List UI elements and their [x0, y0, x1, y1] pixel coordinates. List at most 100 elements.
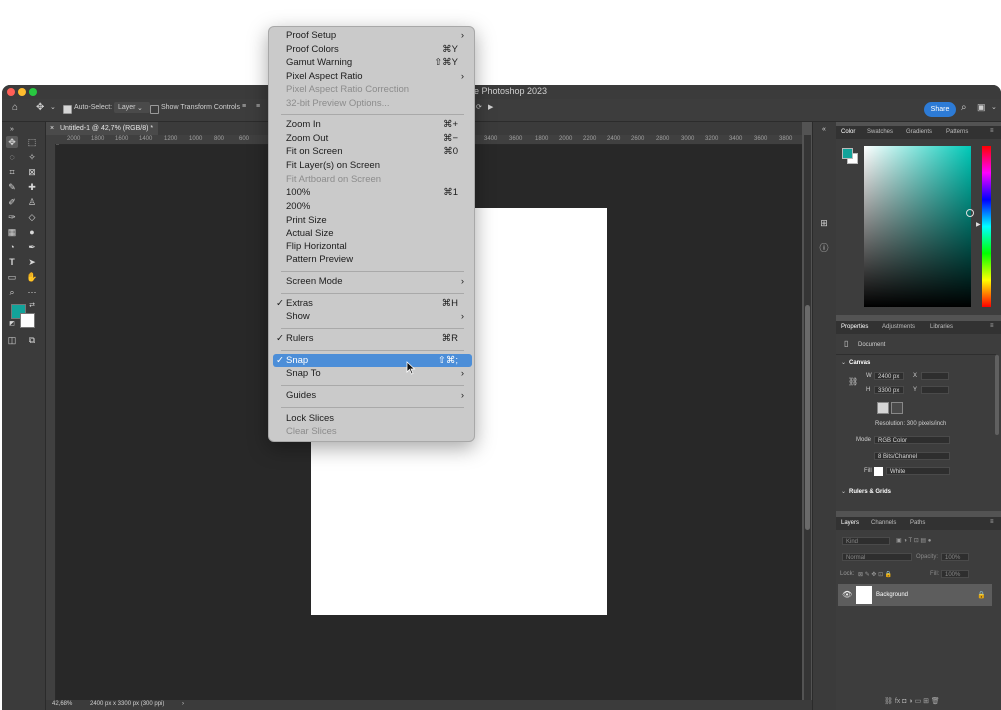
fill-field[interactable]: 100% — [941, 570, 969, 578]
rectangle-tool[interactable]: ▭ — [6, 271, 18, 283]
collapse-dock-icon[interactable]: « — [818, 124, 830, 136]
zoom-level[interactable]: 42,68% — [52, 701, 72, 707]
menu-item-snap-to[interactable]: Snap To › — [273, 367, 472, 380]
crop-tool[interactable]: ⌗ — [6, 166, 18, 178]
opacity-field[interactable]: 100% — [941, 553, 969, 561]
3d-mode-icon[interactable]: ⟳ — [476, 103, 482, 111]
hand-tool[interactable]: ✋ — [26, 271, 38, 283]
marquee-tool[interactable]: ⬚ — [26, 136, 38, 148]
tab-channels[interactable]: Channels — [871, 520, 896, 526]
video-icon[interactable]: ▶ — [488, 103, 493, 111]
blur-tool[interactable]: ● — [26, 226, 38, 238]
x-field[interactable] — [921, 372, 949, 380]
move-tool[interactable]: ✥ — [6, 136, 18, 148]
fill-select[interactable]: White — [886, 467, 950, 475]
document-tab[interactable]: × Untitled-1 @ 42,7% (RGB/8) * — [46, 122, 158, 135]
tab-layers[interactable]: Layers — [841, 520, 859, 526]
menu-item-pixel-aspect-ratio[interactable]: Pixel Aspect Ratio › — [273, 70, 472, 83]
menu-item-fit-layers-on-screen[interactable]: Fit Layer(s) on Screen — [273, 159, 472, 172]
y-field[interactable] — [921, 386, 949, 394]
layer-actions-icons[interactable]: ⛓ fx ◘ ◑ ▭ ⊞ 🗑 — [884, 697, 940, 705]
canvas-chevron-icon[interactable]: ⌄ — [841, 359, 846, 366]
layer-row-background[interactable]: 👁 Background 🔒 — [838, 584, 992, 606]
close-tab-icon[interactable]: × — [50, 122, 54, 135]
history-brush-tool[interactable]: ✑ — [6, 211, 18, 223]
menu-item-zoom-out[interactable]: Zoom Out ⌘− — [273, 132, 472, 145]
brush-tool[interactable]: ✐ — [6, 196, 18, 208]
lasso-tool[interactable]: ◌ — [6, 151, 18, 163]
portrait-orientation-button[interactable] — [877, 402, 889, 414]
menu-item-extras[interactable]: ✓ Extras ⌘H — [273, 297, 472, 310]
screen-mode-icon[interactable]: ⧉ — [26, 334, 38, 346]
history-panel-icon[interactable]: ⊞ — [818, 217, 830, 229]
bit-depth-select[interactable]: 8 Bits/Channel — [874, 452, 950, 460]
menu-item-lock-slices[interactable]: Lock Slices — [273, 412, 472, 425]
align-left-icon[interactable]: ≡ — [242, 103, 246, 110]
eraser-tool[interactable]: ◇ — [26, 211, 38, 223]
menu-item-200-percent[interactable]: 200% — [273, 200, 472, 213]
healing-brush-tool[interactable]: ✚ — [26, 181, 38, 193]
quick-select-tool[interactable]: ✧ — [26, 151, 38, 163]
menu-item-rulers[interactable]: ✓ Rulers ⌘R — [273, 332, 472, 345]
zoom-window-button[interactable] — [29, 88, 37, 96]
dodge-tool[interactable]: ◔ — [6, 241, 18, 253]
tab-libraries[interactable]: Libraries — [930, 324, 953, 330]
tab-gradients[interactable]: Gradients — [906, 129, 932, 135]
more-tools-icon[interactable]: ⋯ — [26, 286, 38, 298]
menu-item-actual-size[interactable]: Actual Size — [273, 227, 472, 240]
menu-item-screen-mode[interactable]: Screen Mode › — [273, 275, 472, 288]
default-colors-icon[interactable]: ◩ — [6, 318, 18, 330]
menu-item-proof-colors[interactable]: Proof Colors ⌘Y — [273, 43, 472, 56]
properties-scrollbar[interactable] — [995, 355, 999, 435]
mode-select[interactable]: RGB Color — [874, 436, 950, 444]
vertical-scroll-thumb[interactable] — [805, 305, 810, 530]
tab-adjustments[interactable]: Adjustments — [882, 324, 915, 330]
quick-mask-icon[interactable]: ◫ — [6, 334, 18, 346]
info-panel-icon[interactable]: ⓘ — [818, 242, 830, 254]
background-color-swatch[interactable] — [20, 313, 35, 328]
visibility-eye-icon[interactable]: 👁 — [842, 590, 852, 599]
menu-item-guides[interactable]: Guides › — [273, 389, 472, 402]
minimize-window-button[interactable] — [18, 88, 26, 96]
collapse-toolbar-icon[interactable]: » — [6, 124, 18, 136]
workspace-icon[interactable]: ▣ — [977, 102, 986, 113]
lock-icons[interactable]: ⊠ ✎ ✥ ⊡ 🔒 — [858, 571, 892, 578]
landscape-orientation-button[interactable] — [891, 402, 903, 414]
workspace-chevron-icon[interactable]: ⌄ — [991, 103, 997, 111]
status-chevron-icon[interactable]: › — [182, 701, 184, 707]
tab-properties[interactable]: Properties — [841, 324, 868, 330]
color-field[interactable] — [864, 146, 971, 307]
menu-item-flip-horizontal[interactable]: Flip Horizontal — [273, 240, 472, 253]
frame-tool[interactable]: ⊠ — [26, 166, 38, 178]
menu-item-100-percent[interactable]: 100% ⌘1 — [273, 186, 472, 199]
align-center-icon[interactable]: ≡ — [256, 103, 260, 110]
swap-colors-icon[interactable]: ⇄ — [26, 300, 38, 312]
ruler-origin[interactable] — [46, 135, 59, 144]
width-field[interactable]: 2400 px — [874, 372, 904, 380]
pen-tool[interactable]: ✒ — [26, 241, 38, 253]
gradient-tool[interactable]: ▦ — [6, 226, 18, 238]
tab-paths[interactable]: Paths — [910, 520, 925, 526]
foreground-color-swatch[interactable] — [842, 148, 853, 159]
tool-preset-chevron-icon[interactable]: ⌄ — [50, 103, 56, 111]
zoom-tool[interactable]: ⌕ — [6, 286, 18, 298]
menu-item-snap[interactable]: ✓ Snap ⇧⌘; — [273, 354, 472, 367]
hue-slider-handle[interactable]: ▶ — [976, 221, 981, 228]
panel-menu-icon[interactable]: ≡ — [990, 519, 994, 525]
tab-swatches[interactable]: Swatches — [867, 129, 893, 135]
panel-menu-icon[interactable]: ≡ — [990, 128, 994, 134]
menu-item-pattern-preview[interactable]: Pattern Preview — [273, 253, 472, 266]
menu-item-show[interactable]: Show › — [273, 310, 472, 323]
link-dimensions-icon[interactable]: ⛓ — [848, 377, 858, 386]
path-selection-tool[interactable]: ➤ — [26, 256, 38, 268]
menu-item-zoom-in[interactable]: Zoom In ⌘+ — [273, 118, 472, 131]
filter-icons[interactable]: ▣ ◑ T ⊡ ▤ ● — [896, 537, 931, 544]
layer-name[interactable]: Background — [876, 592, 908, 598]
share-button[interactable]: Share — [924, 102, 956, 117]
menu-item-gamut-warning[interactable]: Gamut Warning ⇧⌘Y — [273, 56, 472, 69]
blend-mode-select[interactable]: Normal — [842, 553, 912, 561]
fill-swatch[interactable] — [874, 467, 883, 476]
type-tool[interactable]: T — [6, 256, 18, 268]
tab-color[interactable]: Color — [841, 129, 855, 135]
clone-stamp-tool[interactable]: ♙ — [26, 196, 38, 208]
